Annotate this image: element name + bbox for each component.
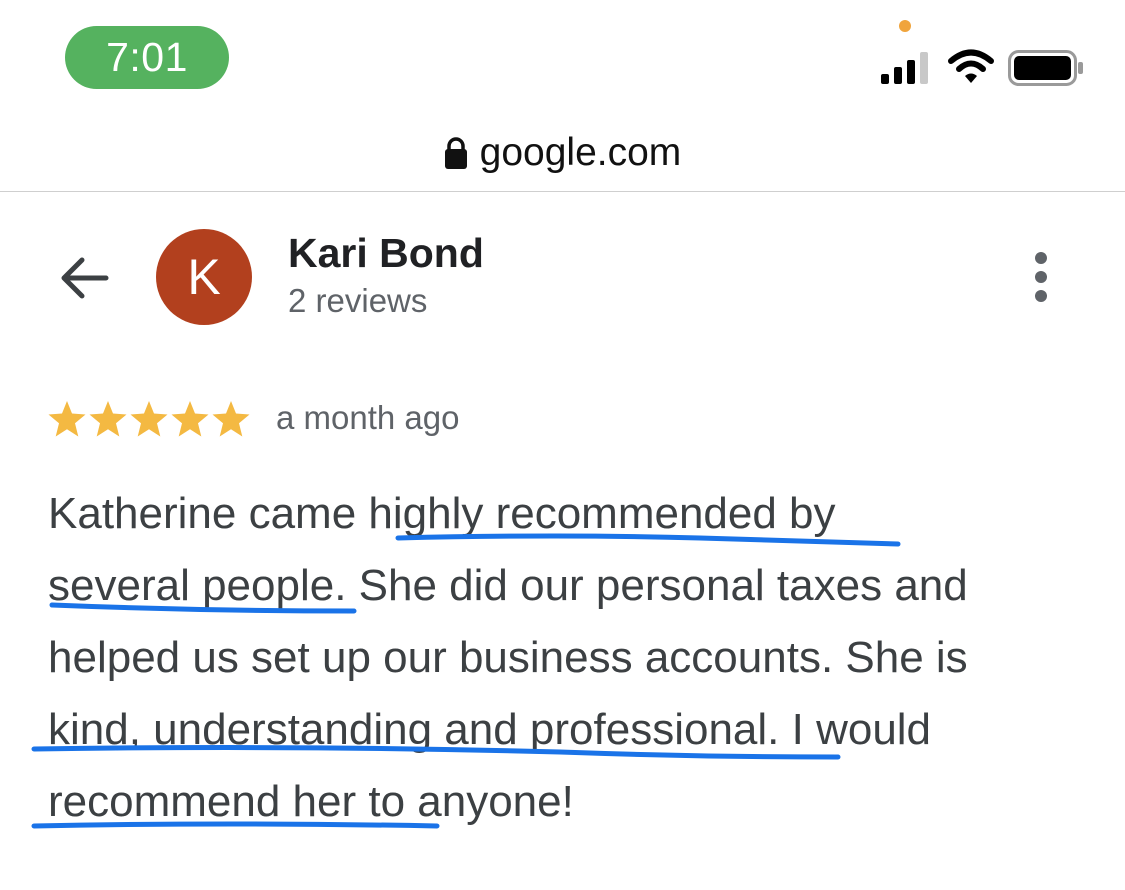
review-line: helped us set up our business accounts. …	[48, 633, 968, 682]
wifi-icon	[948, 49, 994, 83]
signal-icon	[881, 52, 928, 84]
star-icon	[171, 401, 209, 437]
star-icon	[48, 401, 86, 437]
address-divider	[0, 191, 1125, 192]
battery-icon	[1008, 50, 1083, 86]
review-text: Katherine came highly recommended by sev…	[48, 478, 1108, 838]
review-line: several people. She did our personal tax…	[48, 561, 968, 610]
review-time: a month ago	[276, 399, 460, 436]
star-icon	[130, 401, 168, 437]
back-arrow-icon[interactable]	[52, 248, 116, 308]
reviewer-name[interactable]: Kari Bond	[288, 230, 484, 277]
review-line: Katherine came highly recommended by	[48, 489, 836, 538]
avatar[interactable]: K	[156, 229, 252, 325]
privacy-indicator-dot	[899, 20, 911, 32]
review-screen: 7:01 google.com K Kari Bond 2 reviews a …	[0, 0, 1125, 890]
lock-icon	[444, 137, 467, 169]
review-line: recommend her to anyone!	[48, 777, 574, 826]
star-rating	[47, 399, 251, 439]
status-time[interactable]: 7:01	[65, 26, 229, 89]
address-bar[interactable]: google.com	[0, 125, 1125, 181]
star-icon	[212, 401, 250, 437]
more-options-icon[interactable]	[1020, 248, 1062, 308]
star-icon	[89, 401, 127, 437]
url-domain: google.com	[479, 131, 682, 174]
review-count: 2 reviews	[288, 282, 428, 319]
review-line: kind, understanding and professional. I …	[48, 705, 932, 754]
